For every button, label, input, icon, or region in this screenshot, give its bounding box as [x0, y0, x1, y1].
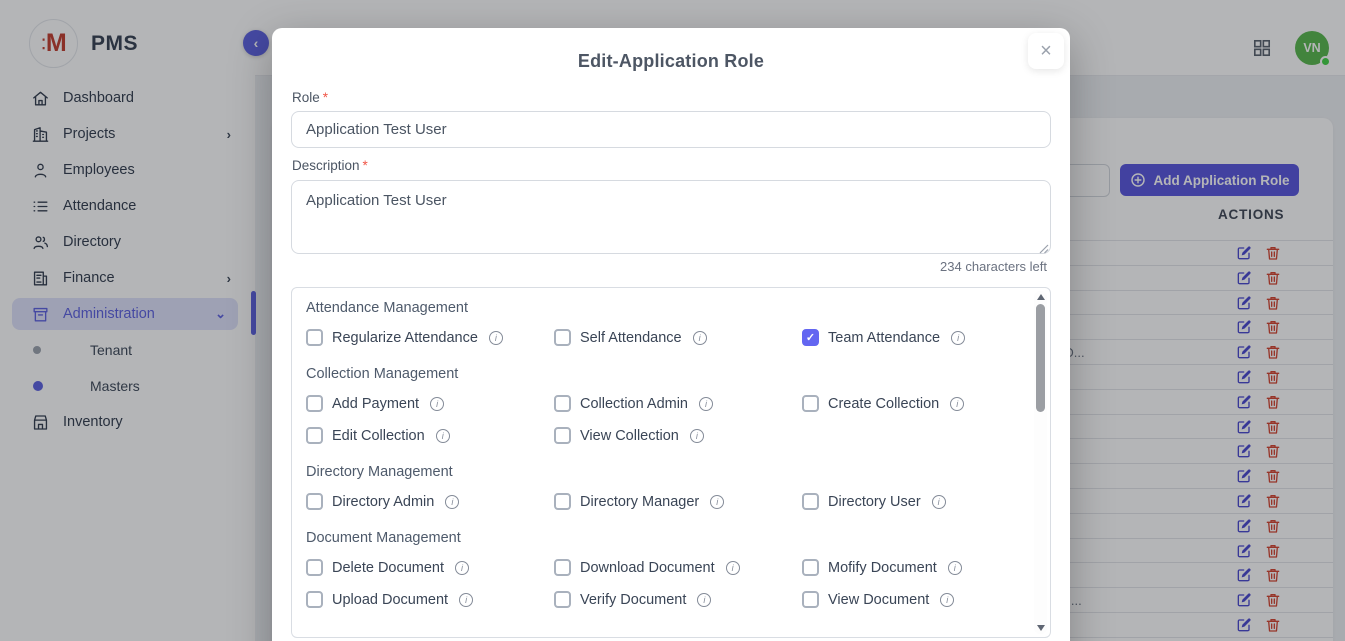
permission-download-document[interactable]: Download Document i [554, 559, 802, 576]
checkbox[interactable] [306, 329, 323, 346]
section-title: Collection Management [306, 366, 1018, 382]
permission-label: Directory User [828, 494, 921, 510]
info-icon[interactable]: i [940, 593, 954, 607]
permission-label: Team Attendance [828, 330, 940, 346]
info-icon[interactable]: i [710, 495, 724, 509]
info-icon[interactable]: i [950, 397, 964, 411]
resize-handle-icon[interactable] [1039, 241, 1049, 251]
permission-section: Collection ManagementAdd PaymentiCollect… [306, 366, 1018, 444]
permission-label: Delete Document [332, 560, 444, 576]
info-icon[interactable]: i [699, 397, 713, 411]
permission-directory-manager[interactable]: Directory Manager i [554, 493, 802, 510]
checkbox[interactable] [554, 559, 571, 576]
permission-label: Verify Document [580, 592, 686, 608]
checkbox[interactable] [554, 329, 571, 346]
permission-view-document[interactable]: View Document i [802, 591, 1018, 608]
section-title: Document Management [306, 530, 1018, 546]
scrollbar-thumb[interactable] [1036, 304, 1045, 412]
checkbox[interactable] [306, 493, 323, 510]
checkbox[interactable] [802, 591, 819, 608]
characters-left-counter: 234 characters left [940, 259, 1047, 274]
permissions-panel: Attendance Management Regularize Attendan… [291, 287, 1051, 638]
section-title: Directory Management [306, 464, 1018, 480]
permission-team-attendance[interactable]: ✓ Team Attendance i [802, 329, 1018, 346]
info-icon[interactable]: i [726, 561, 740, 575]
permission-section: Directory ManagementDirectory AdminiDire… [306, 464, 1018, 510]
checkbox[interactable] [554, 493, 571, 510]
permission-mofify-document[interactable]: Mofify Document i [802, 559, 1018, 576]
permission-self-attendance[interactable]: Self Attendance i [554, 329, 802, 346]
permission-label: Directory Admin [332, 494, 434, 510]
permission-add-payment[interactable]: Add Payment i [306, 395, 554, 412]
checkbox[interactable]: ✓ [802, 329, 819, 346]
checkbox[interactable] [802, 395, 819, 412]
scroll-up-icon[interactable] [1037, 294, 1045, 300]
permission-verify-document[interactable]: Verify Document i [554, 591, 802, 608]
info-icon[interactable]: i [445, 495, 459, 509]
edit-application-role-modal: × Edit-Application Role Role* Descriptio… [272, 28, 1070, 641]
role-field[interactable] [291, 111, 1051, 148]
checkbox[interactable] [554, 395, 571, 412]
permission-label: Download Document [580, 560, 715, 576]
info-icon[interactable]: i [455, 561, 469, 575]
info-icon[interactable]: i [489, 331, 503, 345]
description-field[interactable]: Application Test User [291, 180, 1051, 254]
permission-label: Regularize Attendance [332, 330, 478, 346]
checkbox[interactable] [306, 395, 323, 412]
required-asterisk: * [323, 90, 328, 105]
info-icon[interactable]: i [693, 331, 707, 345]
permission-label: Directory Manager [580, 494, 699, 510]
checkbox[interactable] [306, 427, 323, 444]
permission-label: Self Attendance [580, 330, 682, 346]
permission-upload-document[interactable]: Upload Document i [306, 591, 554, 608]
info-icon[interactable]: i [697, 593, 711, 607]
permission-view-collection[interactable]: View Collection i [554, 427, 802, 444]
checkbox[interactable] [802, 559, 819, 576]
checkbox[interactable] [306, 591, 323, 608]
section-title: Attendance Management [306, 300, 1018, 316]
permission-label: Collection Admin [580, 396, 688, 412]
checkbox[interactable] [306, 559, 323, 576]
permission-regularize-attendance[interactable]: Regularize Attendance i [306, 329, 554, 346]
permission-label: Mofify Document [828, 560, 937, 576]
info-icon[interactable]: i [436, 429, 450, 443]
checkbox[interactable] [554, 591, 571, 608]
required-asterisk: * [363, 158, 368, 173]
permission-label: Edit Collection [332, 428, 425, 444]
permission-label: Upload Document [332, 592, 448, 608]
info-icon[interactable]: i [951, 331, 965, 345]
panel-scrollbar[interactable] [1034, 291, 1047, 634]
modal-title: Edit-Application Role [272, 51, 1070, 72]
info-icon[interactable]: i [948, 561, 962, 575]
checkbox[interactable] [802, 493, 819, 510]
permission-edit-collection[interactable]: Edit Collection i [306, 427, 554, 444]
permission-directory-admin[interactable]: Directory Admin i [306, 493, 554, 510]
checkbox[interactable] [554, 427, 571, 444]
permission-delete-document[interactable]: Delete Document i [306, 559, 554, 576]
info-icon[interactable]: i [430, 397, 444, 411]
info-icon[interactable]: i [459, 593, 473, 607]
permission-label: Create Collection [828, 396, 939, 412]
permission-section: Document ManagementDelete DocumentiDownl… [306, 530, 1018, 608]
role-label: Role* [292, 90, 328, 105]
permission-directory-user[interactable]: Directory User i [802, 493, 1018, 510]
permission-label: Add Payment [332, 396, 419, 412]
description-label: Description* [292, 158, 368, 173]
info-icon[interactable]: i [690, 429, 704, 443]
permission-label: View Document [828, 592, 929, 608]
permission-section: Attendance Management Regularize Attendan… [306, 300, 1018, 346]
permission-create-collection[interactable]: Create Collection i [802, 395, 1018, 412]
info-icon[interactable]: i [932, 495, 946, 509]
scroll-down-icon[interactable] [1037, 625, 1045, 631]
permission-collection-admin[interactable]: Collection Admin i [554, 395, 802, 412]
permission-label: View Collection [580, 428, 679, 444]
